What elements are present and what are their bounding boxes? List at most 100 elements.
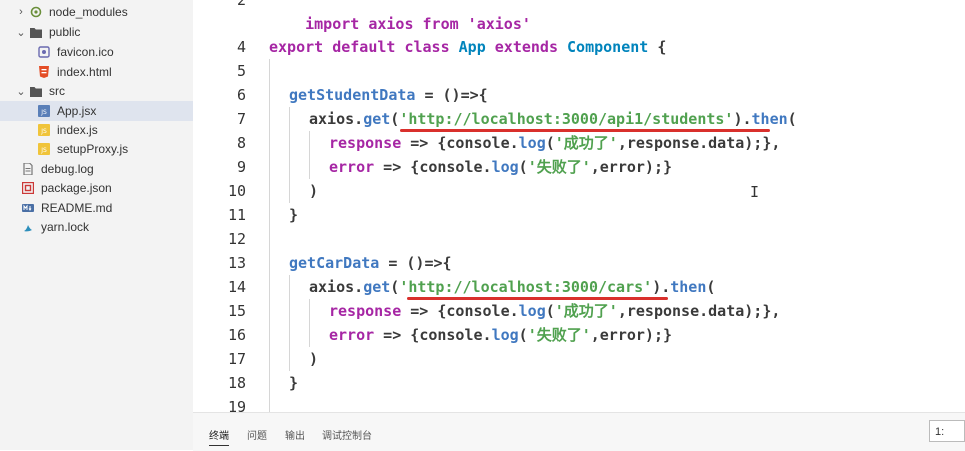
line-number: 19	[227, 398, 246, 412]
code-token: .	[354, 278, 364, 296]
code-token: (	[518, 326, 528, 344]
code-token: = ()=>{	[379, 254, 452, 272]
line-number: 15	[227, 302, 246, 320]
jsx-file-icon: JS	[38, 105, 50, 117]
code-token: ).	[733, 110, 752, 128]
code-line-9: error => {console.log('失败了',error);}	[329, 155, 672, 179]
code-token: getStudentData	[289, 86, 416, 104]
tab-output[interactable]: 输出	[285, 427, 305, 442]
chevron-right-icon: ›	[19, 6, 23, 18]
tree-item-readme-md[interactable]: README.md	[0, 198, 215, 218]
code-token: '失败了'	[527, 326, 591, 344]
tree-item-package-json[interactable]: package.json	[0, 178, 215, 198]
tree-item-label: yarn.lock	[41, 220, 90, 234]
code-token: console	[419, 326, 483, 344]
terminal-select[interactable]: 1: node	[929, 420, 965, 442]
code-token: ).	[652, 278, 671, 296]
code-token: (	[390, 278, 400, 296]
tree-item-label: node_modules	[49, 5, 128, 19]
line-number: 7	[236, 110, 246, 128]
code-editor[interactable]: 2 4 5 6 7 8 9 10 11 12 13 14 15 16 17 18…	[193, 0, 965, 412]
code-line-13: getCarData = ()=>{	[289, 251, 452, 275]
code-token: => {	[401, 302, 447, 320]
code-token: .	[509, 134, 519, 152]
code-line-7: axios.get('http://localhost:3000/api1/st…	[309, 107, 797, 131]
code-token: get	[363, 110, 391, 128]
line-number: 14	[227, 278, 246, 296]
code-token: log	[491, 158, 519, 176]
code-token: response	[329, 134, 402, 152]
line-number: 6	[236, 86, 246, 104]
line-number: 13	[227, 254, 246, 272]
svg-text:JS: JS	[40, 128, 47, 135]
code-token: .	[354, 110, 364, 128]
tree-item-public[interactable]: ⌄ public	[0, 22, 209, 42]
line-number: 11	[227, 206, 246, 224]
tree-item-src[interactable]: ⌄ src	[0, 81, 209, 101]
code-token: ,error);}	[590, 326, 673, 344]
line-number: 10	[227, 182, 246, 200]
yarn-file-icon	[22, 221, 34, 233]
code-line-4: export default class App extends Compone…	[269, 35, 666, 59]
tree-item-debug-log[interactable]: debug.log	[0, 159, 215, 179]
code-token: ,error);}	[590, 158, 673, 176]
code-token: (	[706, 278, 716, 296]
svg-text:JS: JS	[40, 147, 47, 154]
indent-guide	[309, 131, 310, 179]
code-token: then	[751, 110, 788, 128]
code-line-2: import axios from 'axios'	[269, 0, 531, 33]
indent-guide	[269, 59, 270, 412]
code-token: axios	[309, 278, 355, 296]
code-line-16: error => {console.log('失败了',error);}	[329, 323, 672, 347]
tree-item-label: setupProxy.js	[57, 142, 129, 156]
code-token: get	[363, 278, 391, 296]
code-token: }	[289, 206, 299, 224]
tree-item-label: package.json	[41, 181, 112, 195]
tab-debug-console[interactable]: 调试控制台	[322, 427, 372, 442]
code-line-10: )	[309, 179, 318, 203]
code-token: then	[670, 278, 707, 296]
chevron-down-icon: ⌄	[16, 85, 26, 98]
code-token: = ()=>{	[415, 86, 488, 104]
code-line-14: axios.get('http://localhost:3000/cars').…	[309, 275, 715, 299]
code-token: 'http://localhost:3000/api1/students'	[399, 110, 734, 128]
markdown-file-icon	[22, 202, 34, 214]
line-number: 9	[236, 158, 246, 176]
code-token: import axios from 'axios'	[305, 15, 531, 33]
tree-item-label: App.jsx	[57, 104, 97, 118]
code-token: error	[329, 158, 375, 176]
tree-item-label: src	[49, 84, 65, 98]
tree-item-label: README.md	[41, 201, 113, 215]
code-token: => {	[374, 326, 420, 344]
log-file-icon	[22, 163, 34, 175]
code-token: )	[309, 182, 319, 200]
code-token: ,response.data);},	[617, 302, 781, 320]
tab-problems[interactable]: 问题	[247, 427, 267, 442]
tree-item-label: index.js	[57, 123, 98, 137]
code-token: console	[419, 158, 483, 176]
code-token: export	[269, 38, 324, 56]
code-line-18: }	[289, 371, 298, 395]
js-file-icon: JS	[38, 143, 50, 155]
gear-folder-icon	[30, 6, 42, 18]
line-number: 16	[227, 326, 246, 344]
tab-terminal[interactable]: 终端	[209, 427, 229, 446]
html-file-icon	[38, 66, 50, 78]
indent-guide	[289, 275, 290, 371]
code-token: getCarData	[289, 254, 380, 272]
code-line-17: )	[309, 347, 318, 371]
code-token: (	[545, 134, 555, 152]
code-token: default	[323, 38, 396, 56]
folder-icon	[30, 26, 42, 38]
code-token: console	[446, 134, 510, 152]
code-token: ,response.data);},	[617, 134, 781, 152]
line-number: 2	[236, 0, 246, 9]
code-token: }	[289, 374, 299, 392]
indent-guide	[289, 107, 290, 203]
code-token: console	[446, 302, 510, 320]
indent-guide	[309, 299, 310, 347]
tree-item-yarn-lock[interactable]: yarn.lock	[0, 217, 215, 237]
code-token: => {	[374, 158, 420, 176]
svg-text:JS: JS	[40, 109, 47, 116]
tree-item-node-modules[interactable]: › node_modules	[0, 2, 209, 22]
